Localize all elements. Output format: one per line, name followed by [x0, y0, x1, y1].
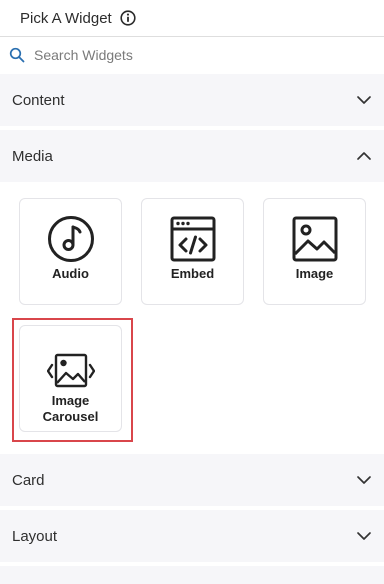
info-icon[interactable]	[120, 10, 136, 26]
search-bar	[0, 38, 384, 72]
next-section-edge	[0, 566, 384, 584]
widget-picker-header: Pick A Widget	[0, 0, 384, 37]
page-title: Pick A Widget	[20, 9, 112, 27]
widget-label: Image Carousel	[42, 393, 99, 424]
widget-label: Audio	[52, 266, 89, 281]
embed-code-icon	[170, 216, 215, 262]
widget-tile-audio[interactable]: Audio	[19, 198, 122, 305]
widget-label: Embed	[170, 266, 215, 281]
widget-tile-image-carousel[interactable]: Image Carousel	[19, 325, 122, 432]
section-layout[interactable]: Layout	[0, 510, 384, 562]
chevron-down-icon	[357, 96, 371, 104]
image-carousel-icon	[46, 353, 95, 388]
section-label: Card	[12, 471, 45, 489]
widget-tile-image[interactable]: Image	[263, 198, 366, 305]
section-card[interactable]: Card	[0, 454, 384, 506]
section-media[interactable]: Media	[0, 130, 384, 182]
section-label: Media	[12, 147, 53, 165]
chevron-down-icon	[357, 532, 371, 540]
chevron-up-icon	[357, 152, 371, 160]
section-label: Layout	[12, 527, 58, 545]
section-content[interactable]: Content	[0, 74, 384, 126]
image-icon	[292, 216, 337, 262]
widget-tile-embed[interactable]: Embed	[141, 198, 244, 305]
chevron-down-icon	[357, 476, 371, 484]
search-icon	[9, 47, 25, 63]
widget-label: Image	[295, 266, 334, 281]
section-label: Content	[12, 91, 65, 109]
audio-note-icon	[47, 216, 94, 262]
search-input[interactable]	[32, 41, 366, 69]
